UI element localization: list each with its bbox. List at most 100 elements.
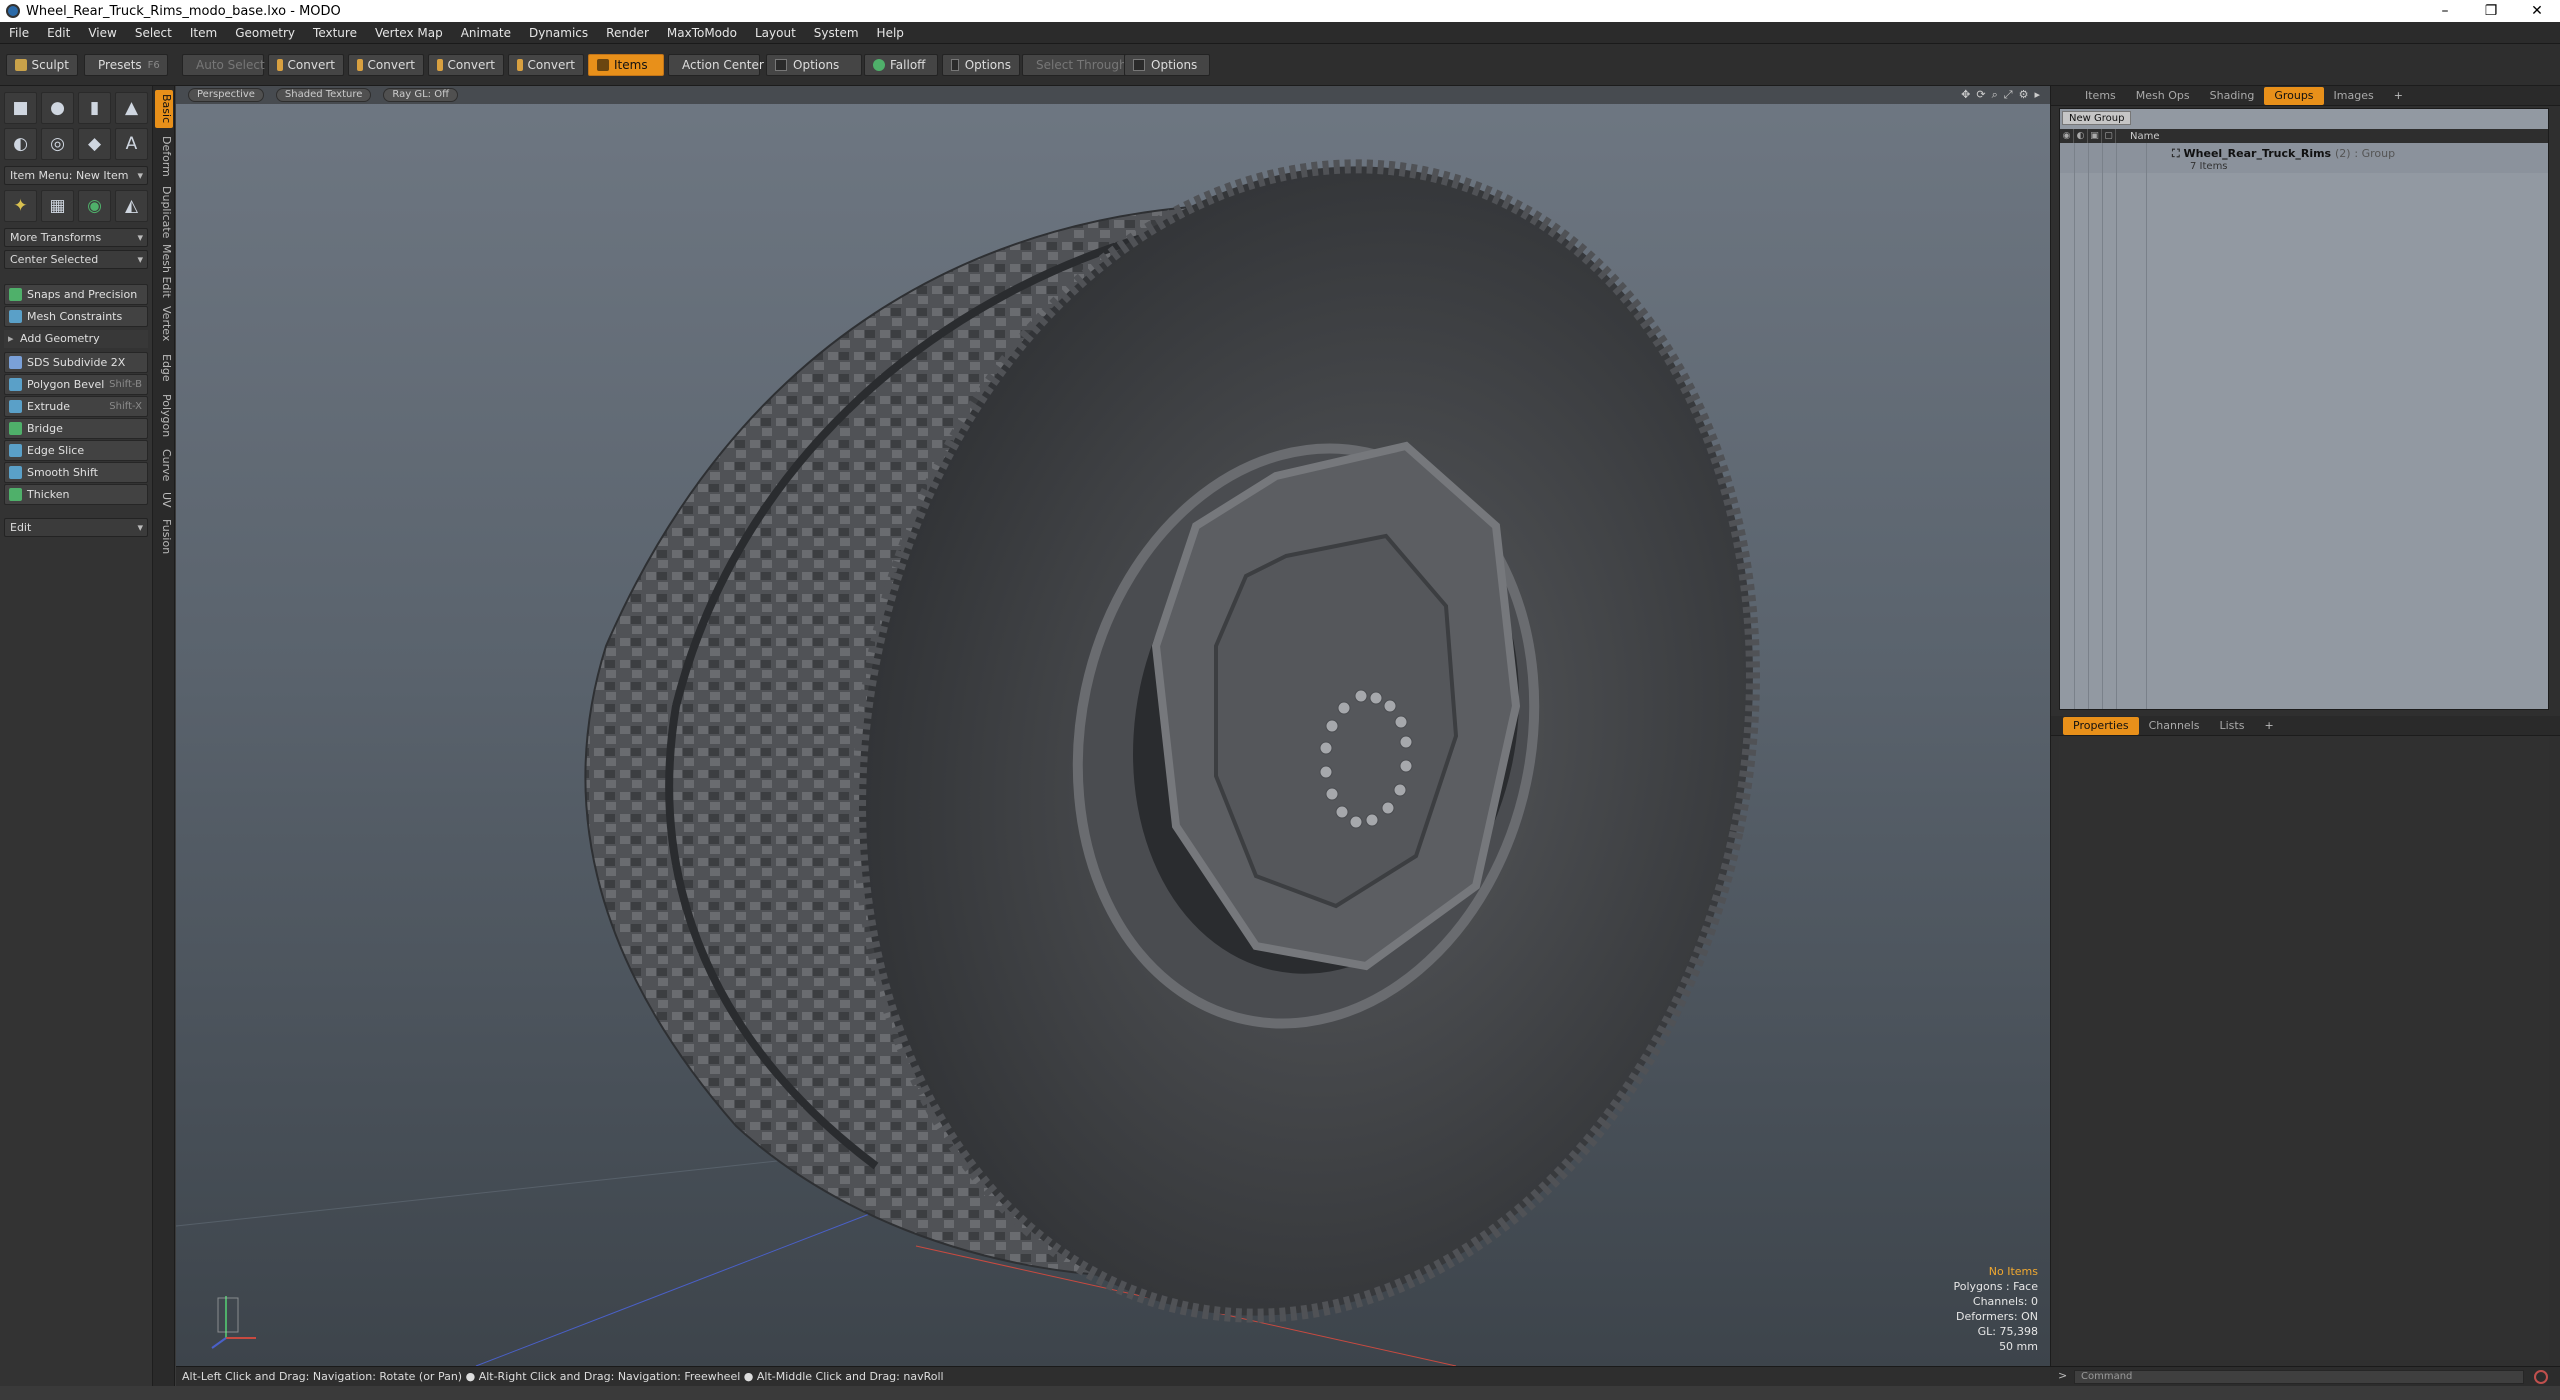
tab-properties[interactable]: Properties [2063,716,2139,735]
tab-basic[interactable]: Basic [155,90,173,128]
menu-vertex-map[interactable]: Vertex Map [366,26,452,40]
shading-mode-button[interactable]: Shaded Texture [275,88,372,102]
action-center-options-button[interactable]: Options [766,54,862,76]
cone-icon[interactable]: ▲ [115,92,148,124]
sculpt-button[interactable]: Sculpt [6,54,78,76]
bridge-button[interactable]: Bridge [4,418,148,439]
extrude-button[interactable]: Extrude Shift-X [4,396,148,417]
environment-icon[interactable]: ◉ [78,190,111,222]
menu-select[interactable]: Select [126,26,181,40]
group-row[interactable]: ⛶ Wheel_Rear_Truck_Rims (2) : Group [2172,147,2395,161]
groups-list[interactable]: New Group ◉ ◐ ▣ ▢ Name ⛶ Wheel_Rear_Truc… [2059,108,2549,710]
zoom-icon[interactable]: ⌕ [1992,88,1998,102]
restore-button[interactable]: ❐ [2468,0,2514,22]
cube-icon[interactable]: ■ [4,92,37,124]
menu-layout[interactable]: Layout [746,26,805,40]
falloff-button[interactable]: Falloff [864,54,938,76]
menu-help[interactable]: Help [868,26,913,40]
tab-uv[interactable]: UV [155,488,173,512]
item-menu-dropdown[interactable]: Item Menu: New Item [4,166,148,185]
grid-icon[interactable]: ▦ [41,190,74,222]
tab-vertex[interactable]: Vertex [155,302,173,346]
capsule-icon[interactable]: ◐ [4,128,37,160]
render-icon[interactable]: ◐ [2074,129,2088,143]
tab-images[interactable]: Images [2324,87,2384,105]
mesh-constraints-button[interactable]: Mesh Constraints [4,306,148,327]
tab-channels[interactable]: Channels [2139,717,2210,735]
items-mode-button[interactable]: Items [588,54,664,76]
menu-file[interactable]: File [0,26,38,40]
more-transforms-dropdown[interactable]: More Transforms [4,228,148,247]
auto-select-button[interactable]: Auto Select [182,54,265,76]
tab-deform[interactable]: Deform [155,132,173,180]
tab-lists[interactable]: Lists [2210,717,2255,735]
minimize-button[interactable]: – [2422,0,2468,22]
select-through-button[interactable]: Select Through [1022,54,1127,76]
3d-viewport[interactable]: Perspective Shaded Texture Ray GL: Off ✥… [176,86,2050,1366]
group-count: (2) [2334,147,2351,160]
tab-mesh-ops[interactable]: Mesh Ops [2126,87,2200,105]
edit-dropdown[interactable]: Edit [4,518,148,537]
view-perspective-button[interactable]: Perspective [188,88,264,102]
menu-system[interactable]: System [805,26,868,40]
rotate-icon[interactable]: ⟳ [1976,88,1985,102]
pan-icon[interactable]: ✥ [1961,88,1970,102]
cylinder-icon[interactable]: ▮ [78,92,111,124]
tab-items[interactable]: Items [2075,87,2126,105]
close-button[interactable]: ✕ [2514,0,2560,22]
presets-button[interactable]: Presets F6 [84,54,168,76]
command-input[interactable]: Command [2074,1370,2524,1384]
smooth-shift-button[interactable]: Smooth Shift [4,462,148,483]
tab-edge[interactable]: Edge [155,350,173,386]
new-group-button[interactable]: New Group [2062,111,2132,125]
tab-fusion[interactable]: Fusion [155,516,173,558]
menu-edit[interactable]: Edit [38,26,79,40]
falloff-options-button[interactable]: Options [942,54,1020,76]
menu-geometry[interactable]: Geometry [226,26,304,40]
tab-shading[interactable]: Shading [2200,87,2265,105]
expand-icon[interactable]: ▸ [2034,88,2040,102]
add-tab-button[interactable]: + [2384,87,2413,105]
menu-view[interactable]: View [79,26,125,40]
convert-vertices-button[interactable]: Convert [268,54,344,76]
tab-mesh-edit[interactable]: Mesh Edit [155,244,173,298]
tab-curve[interactable]: Curve [155,446,173,484]
gear-icon[interactable]: ⚙ [2019,88,2029,102]
edge-slice-button[interactable]: Edge Slice [4,440,148,461]
command-history-icon[interactable] [2534,1370,2548,1384]
convert-materials-button[interactable]: Convert [508,54,584,76]
text-tool-icon[interactable]: A [115,128,148,160]
menu-dynamics[interactable]: Dynamics [520,26,597,40]
convert-edges-button[interactable]: Convert [348,54,424,76]
tab-duplicate[interactable]: Duplicate [155,184,173,240]
action-center-button[interactable]: Action Center [668,54,764,76]
polygon-bevel-button[interactable]: Polygon Bevel Shift-B [4,374,148,395]
sds-subdivide-button[interactable]: SDS Subdivide 2X [4,352,148,373]
locator-icon[interactable]: ✦ [4,190,37,222]
raygl-button[interactable]: Ray GL: Off [383,88,458,102]
bevel-icon [9,378,22,391]
camera-icon[interactable]: ◭ [115,190,148,222]
plane-icon[interactable]: ◆ [78,128,111,160]
thicken-button[interactable]: Thicken [4,484,148,505]
snaps-precision-button[interactable]: Snaps and Precision [4,284,148,305]
convert-polygons-button[interactable]: Convert [428,54,504,76]
eye-icon[interactable]: ◉ [2060,129,2074,143]
tab-groups[interactable]: Groups [2264,86,2324,105]
tab-polygon[interactable]: Polygon [155,390,173,442]
menu-animate[interactable]: Animate [452,26,520,40]
menu-render[interactable]: Render [597,26,658,40]
sphere-icon[interactable]: ● [41,92,74,124]
select-through-options-button[interactable]: Options [1124,54,1210,76]
select-icon[interactable]: ▢ [2102,129,2116,143]
fit-icon[interactable]: ⤢ [2004,88,2013,102]
center-selected-dropdown[interactable]: Center Selected [4,250,148,269]
toroid-icon[interactable]: ◎ [41,128,74,160]
add-geometry-section[interactable]: Add Geometry [4,330,148,348]
menu-item[interactable]: Item [181,26,226,40]
lock-icon[interactable]: ▣ [2088,129,2102,143]
action-center-label: Action Center [682,58,764,72]
menu-maxtomodo[interactable]: MaxToModo [658,26,746,40]
add-tab-button[interactable]: + [2254,717,2283,735]
menu-texture[interactable]: Texture [304,26,366,40]
